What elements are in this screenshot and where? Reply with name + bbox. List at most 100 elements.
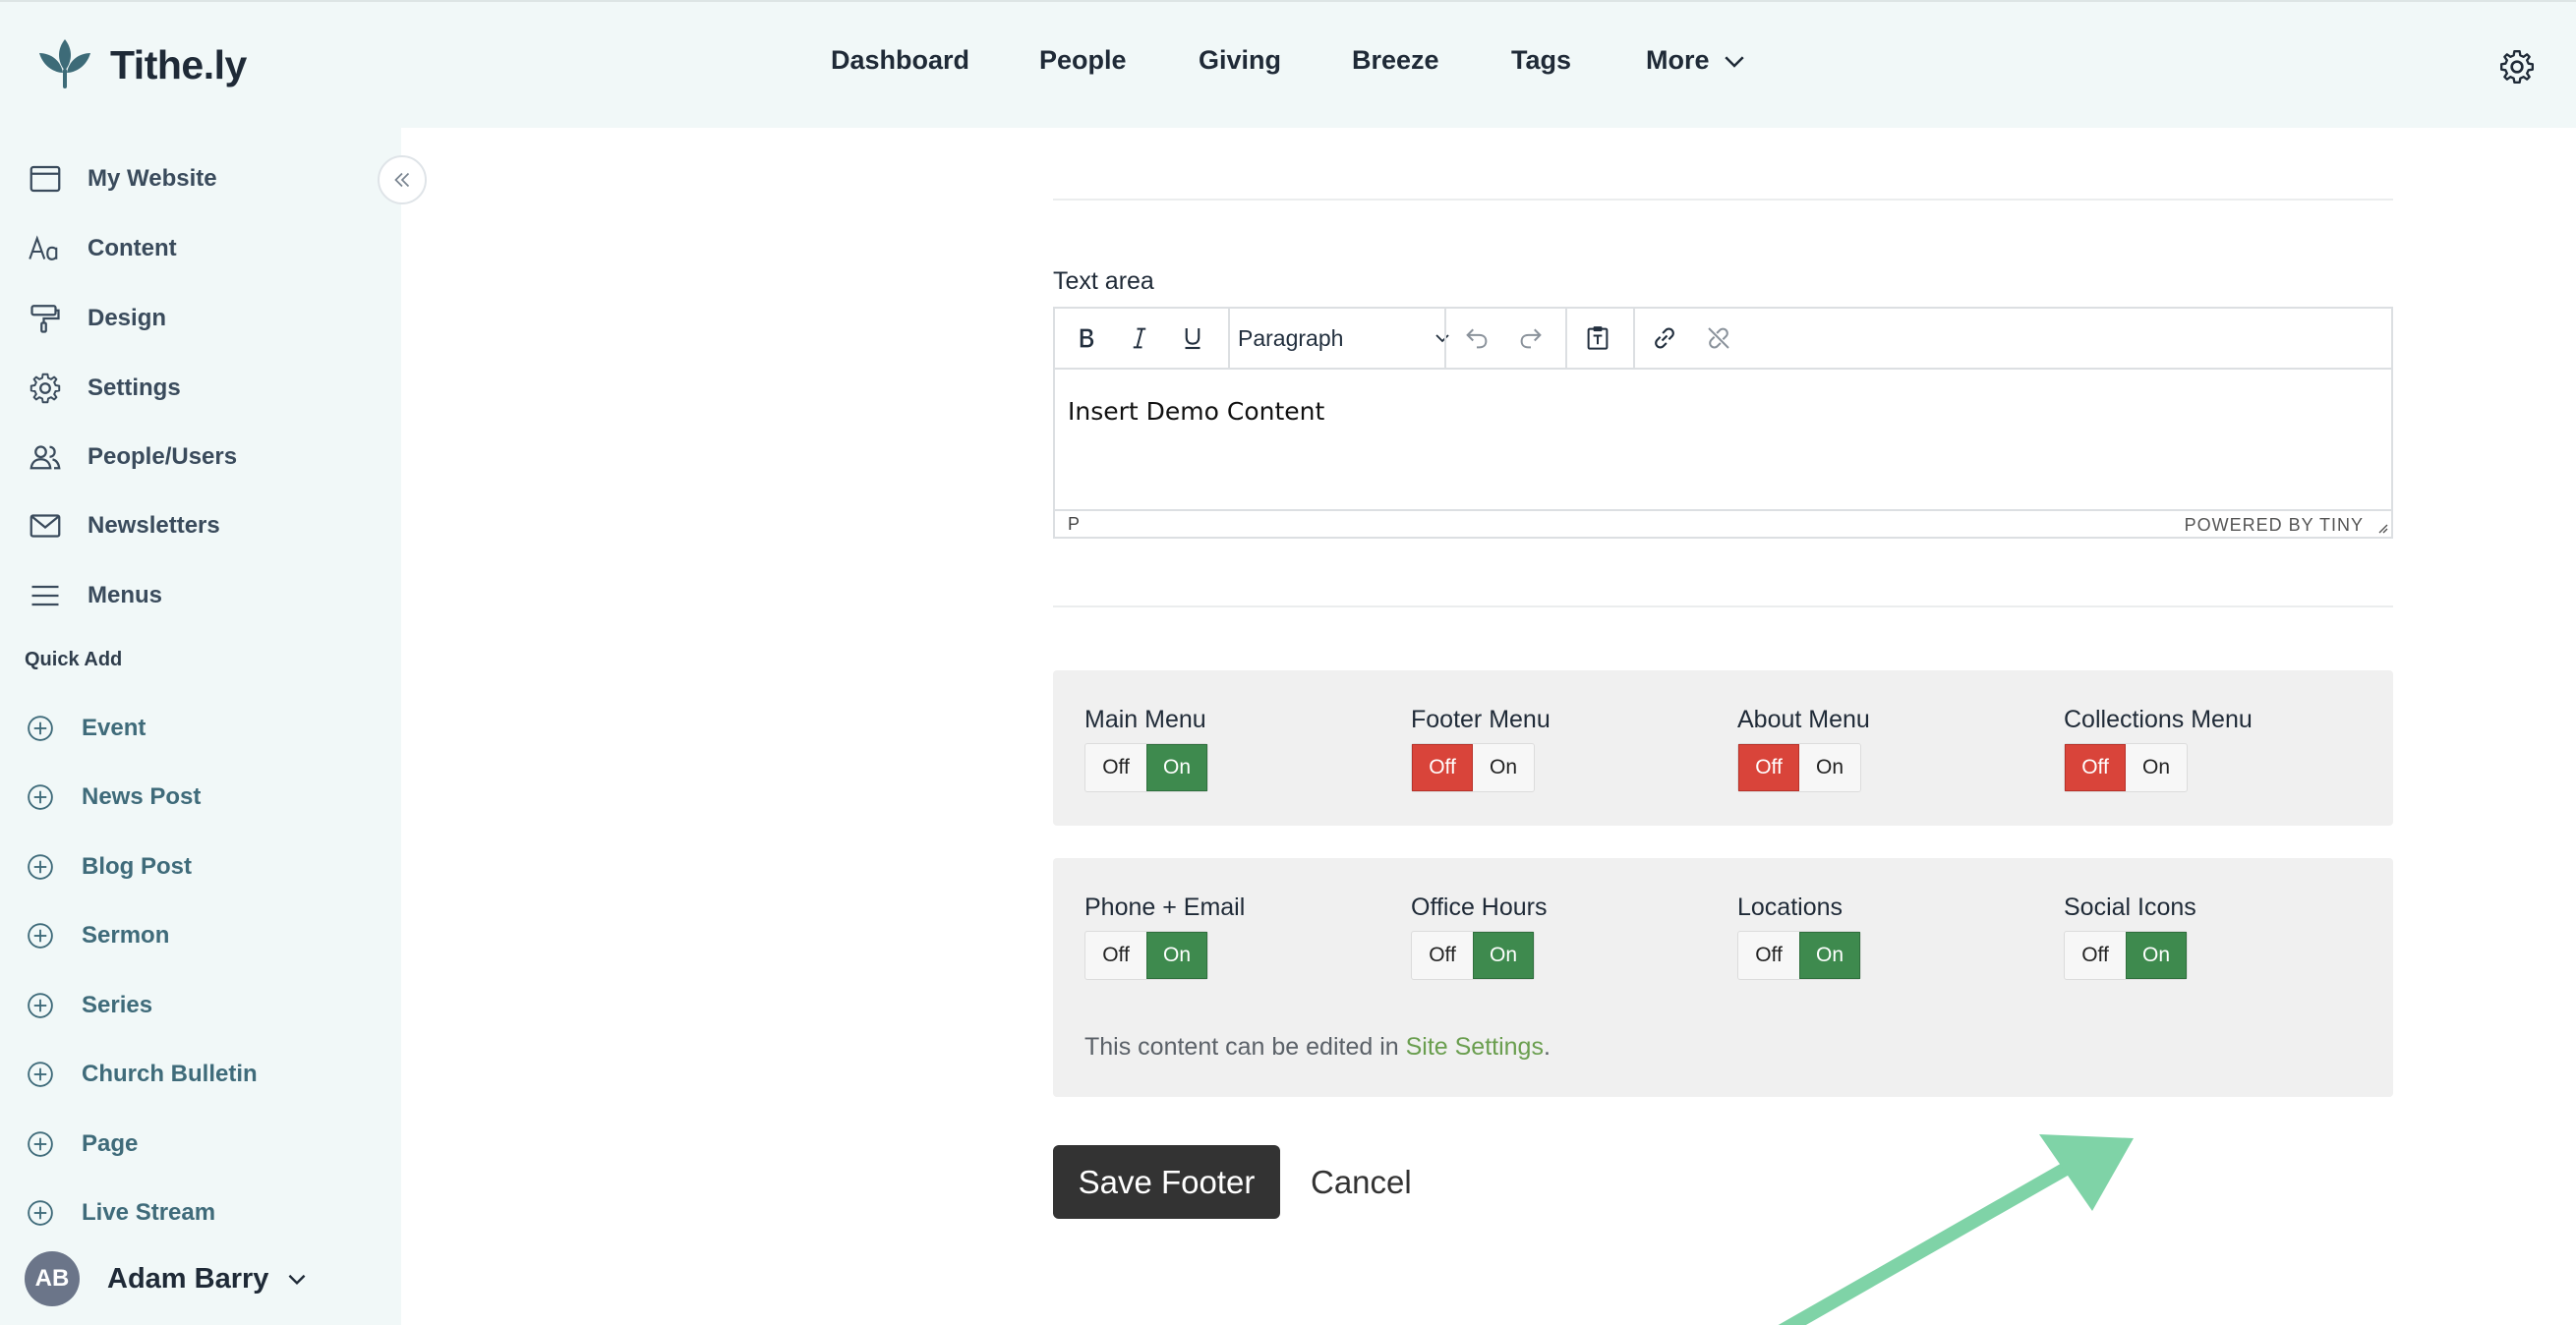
off-button[interactable]: Off [2065, 744, 2126, 791]
quick-add-live-stream[interactable]: Live Stream [0, 1185, 401, 1240]
main-nav: Dashboard People Giving Breeze Tags More [0, 45, 2576, 88]
sidebar-item-my-website[interactable]: My Website [0, 149, 401, 208]
editor-statusbar: P POWERED BY TINY [1055, 509, 2391, 537]
sidebar-item-content[interactable]: Content [0, 219, 401, 278]
on-button[interactable]: On [1146, 744, 1207, 791]
off-button[interactable]: Off [1738, 932, 1799, 979]
block-format-select[interactable]: Paragraph [1238, 317, 1454, 360]
bold-button[interactable] [1065, 317, 1108, 360]
rich-text-editor: Paragraph Insert Demo Content P POWERED … [1053, 307, 2393, 539]
plus-circle-icon [28, 1062, 53, 1087]
on-button[interactable]: On [1473, 744, 1534, 791]
main-menu-switch: Off On [1084, 743, 1208, 792]
quick-add-page[interactable]: Page [0, 1117, 401, 1172]
nav-people[interactable]: People [1039, 45, 1127, 76]
nav-breeze[interactable]: Breeze [1352, 45, 1439, 76]
browser-window-icon [26, 159, 65, 199]
top-header: Tithe.ly Dashboard People Giving Breeze … [0, 0, 2576, 128]
toggle-title: Main Menu [1084, 706, 1206, 733]
plus-circle-icon [28, 1200, 53, 1226]
quick-add-heading: Quick Add [25, 649, 123, 670]
redo-button[interactable] [1509, 317, 1552, 360]
toggle-title: Locations [1737, 893, 1844, 921]
paint-roller-icon [26, 299, 65, 338]
remove-link-button[interactable] [1697, 317, 1740, 360]
editor-toolbar: Paragraph [1055, 309, 2391, 370]
on-button[interactable]: On [2126, 932, 2187, 979]
redo-icon [1520, 328, 1542, 349]
site-settings-link[interactable]: Site Settings [1406, 1033, 1544, 1061]
unlink-icon [1708, 327, 1729, 349]
quick-add-series[interactable]: Series [0, 978, 401, 1033]
off-button[interactable]: Off [1738, 744, 1799, 791]
quick-add-church-bulletin[interactable]: Church Bulletin [0, 1047, 401, 1102]
paste-as-text-button[interactable] [1576, 317, 1619, 360]
on-button[interactable]: On [1146, 932, 1207, 979]
quick-add-blog-post[interactable]: Blog Post [0, 839, 401, 894]
user-menu[interactable]: AB Adam Barry [25, 1251, 310, 1306]
block-format-value: Paragraph [1238, 324, 1344, 351]
sidebar-item-design[interactable]: Design [0, 289, 401, 348]
editor-body[interactable]: Insert Demo Content [1068, 397, 1324, 426]
sidebar-item-label: Menus [88, 582, 163, 608]
off-button[interactable]: Off [1085, 932, 1146, 979]
user-name: Adam Barry [107, 1262, 269, 1295]
element-path[interactable]: P [1068, 514, 1080, 535]
plus-circle-icon [28, 784, 53, 810]
powered-by-tiny[interactable]: POWERED BY TINY [2185, 515, 2364, 536]
quick-add-news-post[interactable]: News Post [0, 770, 401, 825]
divider [1053, 199, 2393, 201]
quick-add-label: Church Bulletin [82, 1061, 258, 1087]
toolbar-separator [1228, 309, 1230, 368]
sidebar-item-newsletters[interactable]: Newsletters [0, 496, 401, 555]
nav-more[interactable]: More [1646, 45, 1749, 76]
off-button[interactable]: Off [1085, 744, 1146, 791]
main-content: Text area Paragraph Insert Demo Content … [401, 128, 2576, 1325]
contact-toggles-panel: Phone + Email Off On Office Hours Off On… [1053, 858, 2393, 1097]
sidebar-item-label: Design [88, 305, 167, 331]
on-button[interactable]: On [1799, 932, 1860, 979]
nav-tags[interactable]: Tags [1511, 45, 1571, 76]
double-chevron-left-icon [394, 172, 410, 188]
off-button[interactable]: Off [1412, 744, 1473, 791]
cancel-button[interactable]: Cancel [1311, 1145, 1412, 1219]
toggle-title: Phone + Email [1084, 893, 1246, 921]
on-button[interactable]: On [1799, 744, 1860, 791]
toolbar-separator [1565, 309, 1567, 368]
sidebar-item-settings[interactable]: Settings [0, 359, 401, 418]
underline-icon [1185, 328, 1200, 350]
undo-icon [1466, 328, 1488, 349]
collapse-sidebar-button[interactable] [378, 155, 427, 204]
on-button[interactable]: On [2126, 744, 2187, 791]
gear-icon [26, 369, 65, 408]
site-settings-note: This content can be edited in Site Setti… [1084, 1033, 1551, 1062]
undo-button[interactable] [1455, 317, 1498, 360]
insert-link-button[interactable] [1643, 317, 1686, 360]
toggle-title: Office Hours [1411, 893, 1548, 921]
underline-button[interactable] [1171, 317, 1214, 360]
gear-icon[interactable] [2497, 47, 2537, 86]
nav-giving[interactable]: Giving [1199, 45, 1281, 76]
about-menu-switch: Off On [1737, 743, 1861, 792]
locations-switch: Off On [1737, 931, 1861, 980]
off-button[interactable]: Off [2065, 932, 2126, 979]
quick-add-event[interactable]: Event [0, 701, 401, 756]
resize-handle-icon[interactable] [2373, 519, 2389, 535]
sidebar-item-menus[interactable]: Menus [0, 566, 401, 625]
off-button[interactable]: Off [1412, 932, 1473, 979]
sidebar-item-people-users[interactable]: People/Users [0, 428, 401, 487]
italic-button[interactable] [1118, 317, 1161, 360]
menu-toggles-panel: Main Menu Off On Footer Menu Off On Abou… [1053, 670, 2393, 826]
quick-add-label: Sermon [82, 922, 170, 949]
envelope-icon [26, 506, 65, 546]
hamburger-icon [26, 576, 65, 615]
divider [1053, 605, 2393, 607]
quick-add-sermon[interactable]: Sermon [0, 908, 401, 963]
avatar: AB [25, 1251, 80, 1306]
toggle-title: Collections Menu [2064, 706, 2253, 733]
on-button[interactable]: On [1473, 932, 1534, 979]
save-footer-button[interactable]: Save Footer [1053, 1145, 1280, 1219]
quick-add-label: News Post [82, 783, 202, 810]
nav-dashboard[interactable]: Dashboard [831, 45, 969, 76]
sidebar-item-label: Newsletters [88, 512, 220, 539]
